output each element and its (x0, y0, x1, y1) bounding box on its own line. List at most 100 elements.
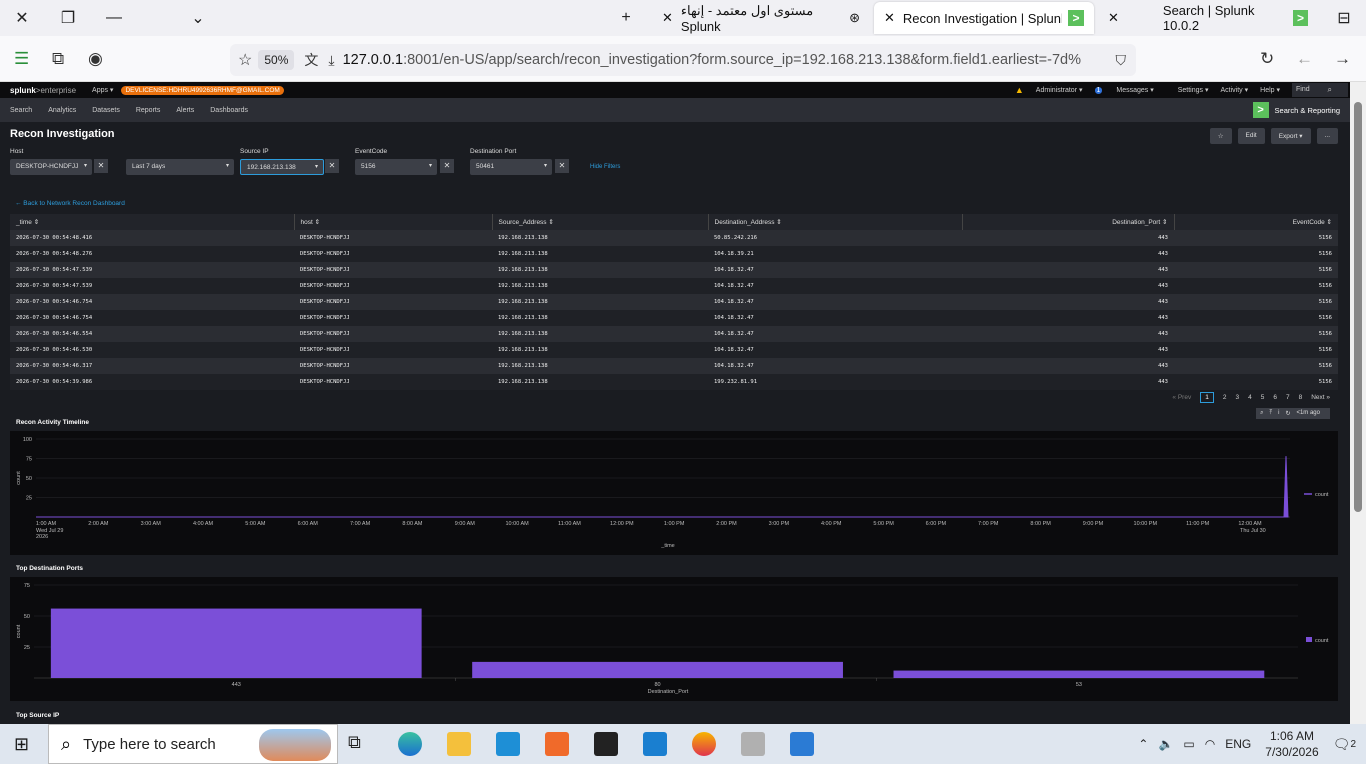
page-1[interactable]: 1 (1200, 392, 1214, 403)
edge-icon[interactable] (398, 732, 422, 756)
shield-icon[interactable]: ⛉ (1116, 52, 1127, 69)
col-time[interactable]: _time ⇕ (10, 214, 295, 230)
cell-port[interactable]: 443 (962, 342, 1174, 358)
search-icon[interactable]: ⌕ (1260, 410, 1263, 417)
cell-source[interactable]: 192.168.213.138 (492, 230, 708, 246)
cell-eventcode[interactable]: 5156 (1174, 326, 1338, 342)
more-actions-button[interactable]: ... (1316, 128, 1338, 144)
col-eventcode[interactable]: EventCode ⇕ (1174, 214, 1338, 230)
file-explorer-icon[interactable] (447, 732, 471, 756)
favorite-button[interactable]: ☆ (1209, 128, 1232, 144)
collections-icon[interactable]: ⊟ (1322, 0, 1366, 36)
cell-source[interactable]: 192.168.213.138 (492, 326, 708, 342)
apps-menu[interactable]: Apps ▾ (92, 86, 113, 94)
nav-search[interactable]: Search (10, 107, 32, 114)
cell-host[interactable]: DESKTOP-HCNDFJJ (294, 342, 492, 358)
cell-destination[interactable]: 104.18.32.47 (708, 294, 962, 310)
cell-source[interactable]: 192.168.213.138 (492, 374, 708, 390)
cell-destination[interactable]: 104.18.32.47 (708, 358, 962, 374)
info-icon[interactable]: i (1278, 410, 1279, 417)
cell-source[interactable]: 192.168.213.138 (492, 278, 708, 294)
nav-datasets[interactable]: Datasets (92, 107, 120, 114)
cell-port[interactable]: 443 (962, 230, 1174, 246)
table-row[interactable]: 2026-07-30 00:54:46.530 DESKTOP-HCNDFJJ 19… (10, 342, 1338, 358)
cell-eventcode[interactable]: 5156 (1174, 230, 1338, 246)
cell-host[interactable]: DESKTOP-HCNDFJJ (294, 246, 492, 262)
page-4[interactable]: 4 (1248, 394, 1252, 401)
warning-icon[interactable]: ▲ (1015, 85, 1024, 95)
cell-source[interactable]: 192.168.213.138 (492, 342, 708, 358)
cell-destination[interactable]: 104.18.32.47 (708, 278, 962, 294)
hide-filters-link[interactable]: Hide Filters (590, 164, 620, 170)
wifi-icon[interactable]: ◠ (1205, 737, 1215, 751)
cell-port[interactable]: 443 (962, 310, 1174, 326)
bookmark-star-icon[interactable]: ☆ (238, 50, 252, 70)
prev-page-link[interactable]: « Prev (1172, 394, 1191, 401)
nav-analytics[interactable]: Analytics (48, 107, 76, 114)
cell-source[interactable]: 192.168.213.138 (492, 262, 708, 278)
app-orange-icon[interactable] (545, 732, 569, 756)
cell-host[interactable]: DESKTOP-HCNDFJJ (294, 326, 492, 342)
cell-destination[interactable]: 199.232.81.91 (708, 374, 962, 390)
cell-eventcode[interactable]: 5156 (1174, 358, 1338, 374)
cell-host[interactable]: DESKTOP-HCNDFJJ (294, 278, 492, 294)
table-row[interactable]: 2026-07-30 00:54:46.317 DESKTOP-HCNDFJJ 19… (10, 358, 1338, 374)
cell-destination[interactable]: 104.18.32.47 (708, 262, 962, 278)
chevron-up-icon[interactable]: ⌃ (1138, 737, 1148, 751)
page-6[interactable]: 6 (1273, 394, 1277, 401)
cell-time[interactable]: 2026-07-30 00:54:46.754 (10, 294, 294, 310)
cell-port[interactable]: 443 (962, 262, 1174, 278)
cell-source[interactable]: 192.168.213.138 (492, 246, 708, 262)
activity-menu[interactable]: Activity ▾ (1221, 86, 1249, 94)
source-ip-input[interactable]: 192.168.213.138 ▾ (240, 159, 324, 175)
table-row[interactable]: 2026-07-30 00:54:39.986 DESKTOP-HCNDFJJ 19… (10, 374, 1338, 390)
close-tab-icon[interactable]: ✕ (1108, 10, 1119, 26)
cell-time[interactable]: 2026-07-30 00:54:39.986 (10, 374, 294, 390)
back-link[interactable]: ← Back to Network Recon Dashboard (15, 200, 125, 207)
clear-eventcode-icon[interactable]: ✕ (440, 159, 454, 173)
col-destination-port[interactable]: Destination_Port ⇕ (962, 214, 1175, 230)
page-5[interactable]: 5 (1261, 394, 1265, 401)
new-tab-icon[interactable]: + (604, 0, 648, 36)
cell-eventcode[interactable]: 5156 (1174, 310, 1338, 326)
clear-host-filter-icon[interactable]: ✕ (94, 159, 108, 173)
page-8[interactable]: 8 (1299, 394, 1303, 401)
sidebar-menu-icon[interactable]: ☰ (14, 49, 29, 69)
cell-eventcode[interactable]: 5156 (1174, 262, 1338, 278)
cell-host[interactable]: DESKTOP-HCNDFJJ (294, 230, 492, 246)
table-row[interactable]: 2026-07-30 00:54:46.754 DESKTOP-HCNDFJJ 19… (10, 310, 1338, 326)
windows-start-icon[interactable]: ⊞ (14, 734, 29, 755)
help-menu[interactable]: Help ▾ (1260, 86, 1280, 94)
nav-alerts[interactable]: Alerts (176, 107, 194, 114)
refresh-icon[interactable]: ↻ (1285, 410, 1290, 417)
cell-destination[interactable]: 50.85.242.216 (708, 230, 962, 246)
cell-port[interactable]: 443 (962, 278, 1174, 294)
edit-button[interactable]: Edit (1237, 128, 1265, 144)
cell-time[interactable]: 2026-07-30 00:54:48.416 (10, 230, 294, 246)
cell-port[interactable]: 443 (962, 246, 1174, 262)
cell-time[interactable]: 2026-07-30 00:54:46.317 (10, 358, 294, 374)
nav-dashboards[interactable]: Dashboards (210, 107, 248, 114)
reload-icon[interactable]: ↻ (1260, 49, 1274, 69)
zoom-level[interactable]: 50% (258, 50, 295, 70)
download-icon[interactable]: ⤓ (328, 52, 334, 69)
cell-destination[interactable]: 104.18.32.47 (708, 310, 962, 326)
destination-port-select[interactable]: 50461 ▾ (470, 159, 552, 175)
url-text[interactable]: 127.0.0.1:8001/en-US/app/search/recon_in… (343, 52, 1083, 68)
export-icon[interactable]: ⤒ (1269, 410, 1272, 417)
account-icon[interactable]: ◉ (88, 49, 103, 69)
cell-port[interactable]: 443 (962, 358, 1174, 374)
tab-list-icon[interactable]: ⌄ (176, 0, 220, 36)
table-row[interactable]: 2026-07-30 00:54:46.754 DESKTOP-HCNDFJJ 19… (10, 294, 1338, 310)
page-scrollbar[interactable] (1350, 82, 1366, 724)
export-button[interactable]: Export ▾ (1270, 128, 1311, 144)
cell-port[interactable]: 443 (962, 374, 1174, 390)
cell-eventcode[interactable]: 5156 (1174, 294, 1338, 310)
col-destination-address[interactable]: Destination_Address ⇕ (708, 214, 963, 230)
cell-source[interactable]: 192.168.213.138 (492, 310, 708, 326)
tab-recon-investigation[interactable]: ✕ Recon Investigation | Splunk 10 > (874, 2, 1094, 34)
clock[interactable]: 1:06 AM 7/30/2026 (1265, 728, 1318, 760)
cell-port[interactable]: 443 (962, 326, 1174, 342)
taskbar-search[interactable]: ⌕ Type here to search (48, 724, 338, 764)
cell-time[interactable]: 2026-07-30 00:54:46.554 (10, 326, 294, 342)
